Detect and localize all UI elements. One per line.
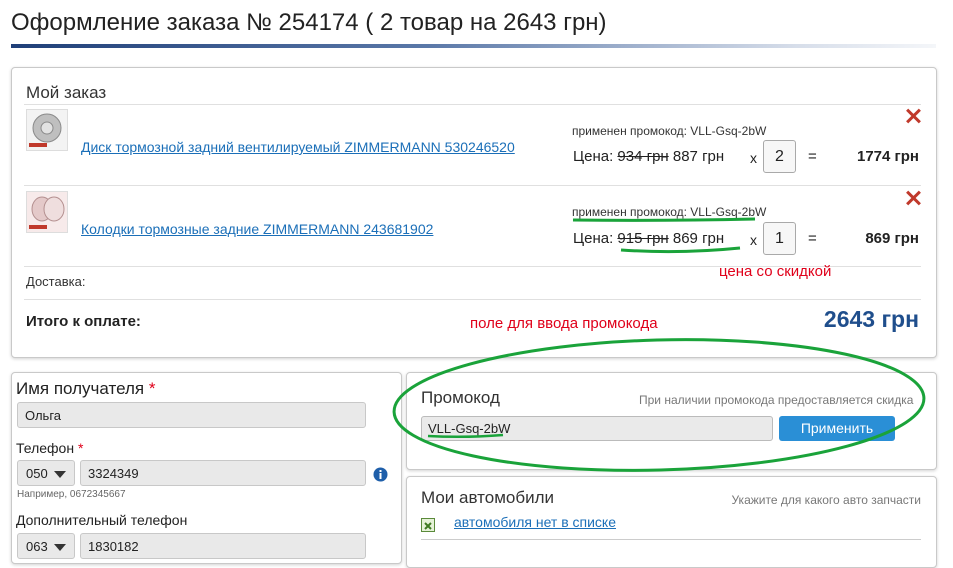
- promo-applied-1: применен промокод: VLL-Gsq-2bW: [572, 124, 767, 138]
- quantity-field-2[interactable]: 1: [763, 222, 796, 255]
- product-link-2[interactable]: Колодки тормозные задние ZIMMERMANN 2436…: [81, 221, 433, 237]
- equals-sign: =: [808, 230, 817, 247]
- product-link-1[interactable]: Диск тормозной задний вентилируемый ZIMM…: [81, 139, 515, 155]
- title-underline: [11, 44, 936, 48]
- divider: [24, 299, 921, 300]
- order-title: Мой заказ: [26, 83, 107, 102]
- brake-disc-icon: [29, 113, 62, 147]
- phone-number-input[interactable]: 3324349: [80, 460, 366, 486]
- total-label: Итого к оплате:: [26, 313, 141, 330]
- remove-item-icon-2[interactable]: [906, 191, 920, 205]
- price-label: Цена:: [573, 148, 614, 165]
- annotation-discount: цена со скидкой: [719, 263, 832, 280]
- extra-phone-code-select[interactable]: 063: [17, 533, 75, 559]
- cross-icon: [424, 522, 432, 530]
- promo-title: Промокод: [421, 388, 500, 407]
- recipient-name-input[interactable]: Ольга: [17, 402, 366, 428]
- chevron-down-icon: [54, 544, 66, 551]
- new-price: 869 грн: [672, 230, 725, 247]
- phone-code-select[interactable]: 050: [17, 460, 75, 486]
- extra-phone-number-input[interactable]: 1830182: [80, 533, 366, 559]
- product-thumbnail-2[interactable]: [26, 191, 68, 233]
- new-price: 887 грн: [672, 148, 725, 165]
- price-2: Цена: 915 грн 869 грн: [573, 230, 724, 247]
- brake-pads-icon: [29, 196, 65, 229]
- annotation-promo-field: поле для ввода промокода: [470, 315, 658, 332]
- divider: [24, 104, 921, 105]
- multiply-sign: x: [750, 150, 757, 166]
- phone-hint: Например, 0672345667: [17, 489, 126, 500]
- recipient-name-label: Имя получателя *: [16, 379, 156, 398]
- divider: [421, 539, 921, 540]
- product-thumbnail-1[interactable]: [26, 109, 68, 151]
- promo-code-input[interactable]: VLL-Gsq-2bW: [421, 416, 773, 441]
- extra-phone-label: Дополнительный телефон: [16, 512, 188, 528]
- checkbox-icon[interactable]: [421, 518, 435, 532]
- line-total-1: 1774 грн: [856, 148, 919, 165]
- info-icon[interactable]: [373, 467, 388, 482]
- page-title: Оформление заказа № 254174 ( 2 товар на …: [11, 9, 607, 36]
- quantity-field-1[interactable]: 2: [763, 140, 796, 173]
- line-total-2: 869 грн: [865, 230, 919, 247]
- equals-sign: =: [808, 148, 817, 165]
- required-mark: *: [77, 440, 84, 456]
- chevron-down-icon: [54, 471, 66, 478]
- old-price: 934 грн: [617, 148, 669, 165]
- promo-applied-2: применен промокод: VLL-Gsq-2bW: [572, 205, 767, 219]
- price-label: Цена:: [573, 230, 614, 247]
- remove-item-icon-1[interactable]: [906, 109, 920, 123]
- order-total: 2643 грн: [823, 306, 919, 332]
- old-price: 915 грн: [617, 230, 669, 247]
- required-mark: *: [148, 379, 156, 398]
- promo-hint: При наличии промокода предоставляется ск…: [639, 393, 914, 407]
- price-1: Цена: 934 грн 887 грн: [573, 148, 724, 165]
- car-not-listed-link[interactable]: автомобиля нет в списке: [454, 514, 616, 530]
- cars-title: Мои автомобили: [421, 488, 554, 507]
- delivery-label: Доставка:: [26, 274, 86, 289]
- multiply-sign: x: [750, 232, 757, 248]
- phone-label: Телефон *: [16, 440, 84, 456]
- divider: [24, 185, 921, 186]
- cars-hint: Укажите для какого авто запчасти: [731, 493, 921, 507]
- apply-promo-button[interactable]: Применить: [779, 416, 895, 441]
